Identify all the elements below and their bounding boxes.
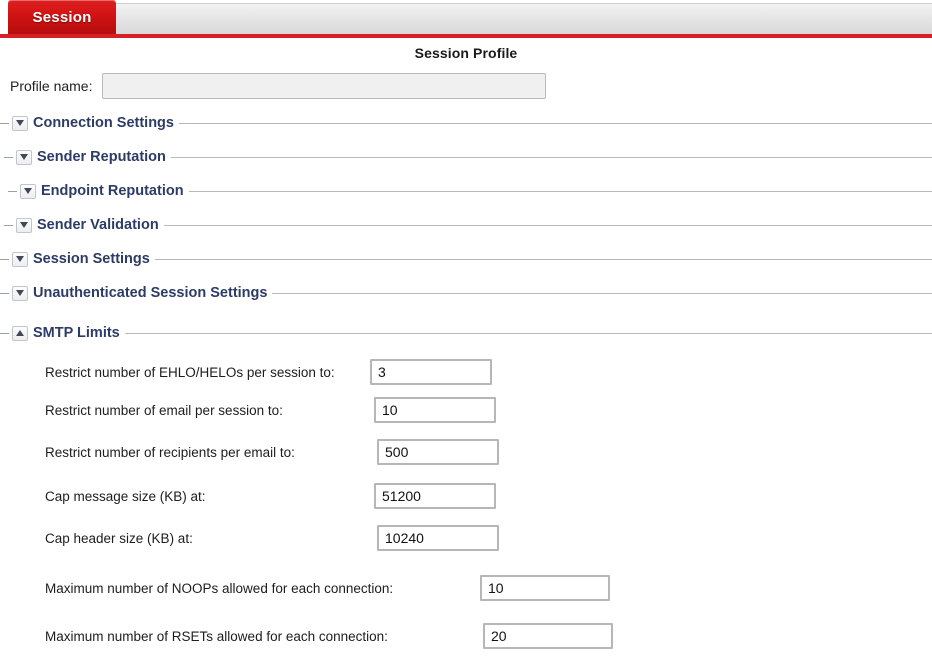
- cap-header-size-input[interactable]: [377, 525, 499, 551]
- field-label: Restrict number of email per session to:: [45, 402, 283, 418]
- profile-name-input[interactable]: [102, 73, 547, 99]
- section-rule: [124, 332, 932, 334]
- section-header-session-settings[interactable]: Session Settings: [0, 248, 932, 270]
- tab-underline-rule: [0, 34, 932, 38]
- field-row-cap-header-size: Cap header size (KB) at:: [0, 524, 932, 552]
- section-dash: [4, 224, 13, 226]
- page-title: Session Profile: [414, 45, 518, 61]
- section-title: Endpoint Reputation: [41, 183, 184, 199]
- field-label: Restrict number of recipients per email …: [45, 444, 295, 460]
- section-header-smtp-limits[interactable]: SMTP Limits: [0, 322, 932, 344]
- section-title: Connection Settings: [33, 115, 174, 131]
- max-rsets-input[interactable]: [483, 623, 613, 649]
- field-row-max-noops: Maximum number of NOOPs allowed for each…: [0, 574, 932, 602]
- ehlo-helos-limit-input[interactable]: [370, 359, 492, 385]
- section-rule: [188, 190, 932, 192]
- section-dash: [4, 156, 13, 158]
- section-header-sender-validation[interactable]: Sender Validation: [0, 214, 932, 236]
- section-dash: [8, 190, 17, 192]
- tab-session[interactable]: Session: [8, 0, 116, 34]
- tab-empty-area: [116, 3, 932, 36]
- section-dash: [0, 258, 9, 260]
- section-rule: [272, 292, 932, 294]
- chevron-up-icon[interactable]: [12, 325, 28, 341]
- tab-session-label: Session: [32, 8, 92, 26]
- chevron-down-icon[interactable]: [12, 115, 28, 131]
- field-label: Maximum number of RSETs allowed for each…: [45, 628, 388, 644]
- field-label: Cap message size (KB) at:: [45, 488, 206, 504]
- max-noops-input[interactable]: [480, 575, 610, 601]
- smtp-limits-body: Restrict number of EHLO/HELOs per sessio…: [0, 358, 932, 650]
- section-title: Sender Validation: [37, 217, 159, 233]
- section-dash: [0, 332, 9, 334]
- section-rule: [178, 122, 932, 124]
- chevron-down-icon[interactable]: [16, 217, 32, 233]
- tab-strip: Session: [0, 0, 932, 36]
- section-rule: [163, 224, 932, 226]
- field-row-cap-message-size: Cap message size (KB) at:: [0, 482, 932, 510]
- section-dash: [0, 292, 9, 294]
- section-list: Connection Settings Sender Reputation En…: [0, 112, 932, 344]
- profile-name-row: Profile name:: [10, 73, 932, 99]
- profile-name-label: Profile name:: [10, 78, 93, 94]
- section-rule: [170, 156, 932, 158]
- field-row-max-rsets: Maximum number of RSETs allowed for each…: [0, 622, 932, 650]
- tab-bar: Session: [0, 0, 932, 38]
- field-row-email-per-session: Restrict number of email per session to:: [0, 396, 932, 424]
- section-header-unauthenticated-session-settings[interactable]: Unauthenticated Session Settings: [0, 282, 932, 304]
- section-title: Unauthenticated Session Settings: [33, 285, 268, 301]
- section-title: Sender Reputation: [37, 149, 166, 165]
- field-label: Maximum number of NOOPs allowed for each…: [45, 580, 394, 596]
- section-header-sender-reputation[interactable]: Sender Reputation: [0, 146, 932, 168]
- section-title: Session Settings: [33, 251, 150, 267]
- cap-message-size-input[interactable]: [374, 483, 496, 509]
- chevron-down-icon[interactable]: [20, 183, 36, 199]
- section-header-connection-settings[interactable]: Connection Settings: [0, 112, 932, 134]
- field-row-recipients-per-email: Restrict number of recipients per email …: [0, 438, 932, 466]
- chevron-down-icon[interactable]: [12, 251, 28, 267]
- chevron-down-icon[interactable]: [16, 149, 32, 165]
- field-label: Cap header size (KB) at:: [45, 530, 193, 546]
- section-rule: [154, 258, 932, 260]
- chevron-down-icon[interactable]: [12, 285, 28, 301]
- field-label: Restrict number of EHLO/HELOs per sessio…: [45, 364, 335, 380]
- section-header-endpoint-reputation[interactable]: Endpoint Reputation: [0, 180, 932, 202]
- section-title: SMTP Limits: [33, 325, 120, 341]
- field-row-ehlo-helos: Restrict number of EHLO/HELOs per sessio…: [0, 358, 932, 386]
- email-per-session-limit-input[interactable]: [374, 397, 496, 423]
- section-dash: [0, 122, 9, 124]
- recipients-per-email-limit-input[interactable]: [377, 439, 499, 465]
